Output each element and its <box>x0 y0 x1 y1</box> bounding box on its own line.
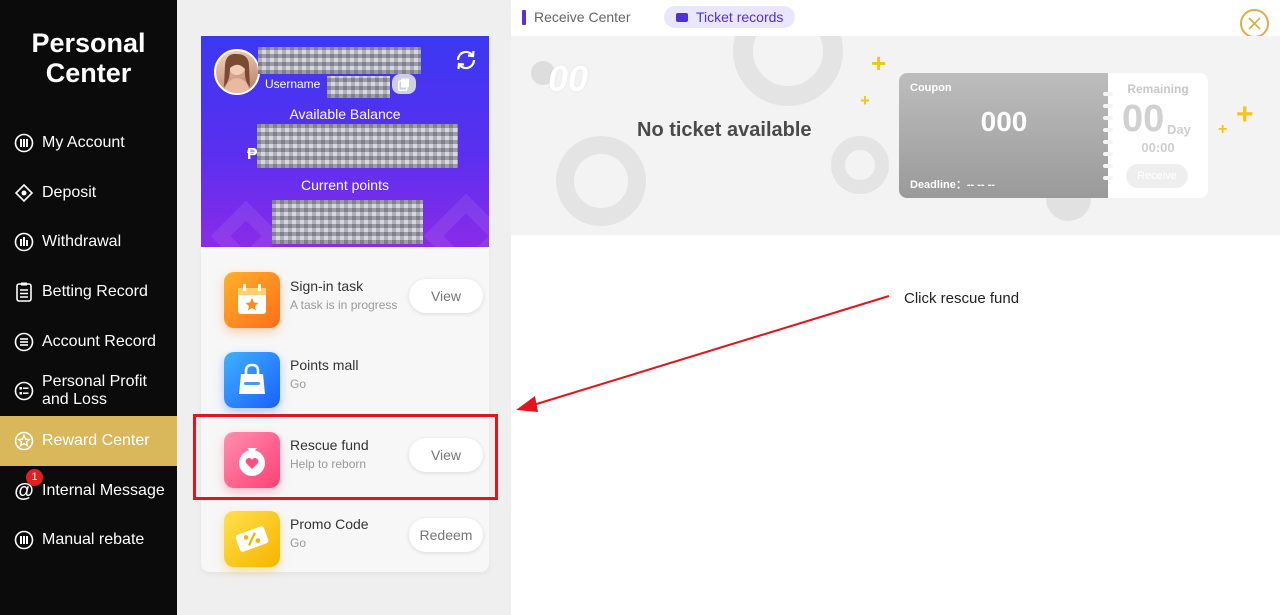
sign-in-view-button[interactable]: View <box>409 279 483 313</box>
reward-icon <box>13 430 35 452</box>
close-icon <box>1248 17 1261 30</box>
sidebar-title-line2: Center <box>45 58 132 88</box>
sidebar-item-account-record[interactable]: Account Record <box>0 317 177 367</box>
remaining-label: Remaining <box>1127 82 1189 96</box>
points-value-obscured <box>272 200 423 244</box>
copy-icon[interactable] <box>392 74 416 94</box>
sidebar-item-reward-center[interactable]: Reward Center <box>0 416 177 466</box>
username-label: Username <box>265 77 321 91</box>
sidebar-item-deposit[interactable]: Deposit <box>0 168 177 218</box>
sidebar-item-withdrawal[interactable]: Withdrawal <box>0 217 177 267</box>
balance-label: Available Balance <box>289 106 401 122</box>
receive-button[interactable]: Receive <box>1126 164 1188 188</box>
task-title-promo-code: Promo Code <box>290 516 369 532</box>
sidebar-title-line1: Personal <box>31 28 146 58</box>
annotation-text: Click rescue fund <box>904 290 1020 307</box>
username-value-obscured <box>258 47 421 74</box>
coupon-label: Coupon <box>910 82 952 94</box>
balance-value-obscured <box>257 124 458 168</box>
sidebar-item-label: Reward Center <box>42 432 150 449</box>
coupon-percent-icon <box>224 511 280 567</box>
remaining-days: 00 <box>1122 98 1165 140</box>
day-unit: Day <box>1167 122 1191 137</box>
task-title-sign-in: Sign-in task <box>290 278 364 294</box>
shopping-bag-icon <box>224 352 280 408</box>
decor-ring <box>831 136 889 194</box>
betting-record-icon <box>13 281 35 303</box>
coupon-deadline: Deadline：-- -- -- <box>910 179 995 191</box>
sidebar-item-manual-rebate[interactable]: Manual rebate <box>0 515 177 565</box>
decor-ring <box>556 136 646 226</box>
card-decoration <box>423 193 489 247</box>
unread-badge: 1 <box>26 469 43 486</box>
tab-label: Ticket records <box>696 9 784 25</box>
coupon-count-display: 00 <box>548 58 589 99</box>
card-decoration <box>210 200 282 247</box>
sparkle-icon: + <box>1236 98 1254 131</box>
sidebar-item-label: Withdrawal <box>42 233 122 250</box>
sparkle-icon: + <box>1218 121 1228 138</box>
task-subtitle-sign-in: A task is in progress <box>290 298 398 312</box>
sidebar-item-label: Account Record <box>42 333 156 350</box>
decor-ring <box>733 36 843 106</box>
sidebar: Personal Center My Account Deposit Withd… <box>0 0 177 615</box>
sidebar-item-my-account[interactable]: My Account <box>0 118 177 168</box>
remaining-time: 00:00 <box>1141 140 1175 155</box>
rebate-icon <box>13 529 35 551</box>
withdrawal-icon <box>13 231 35 253</box>
rescue-fund-highlight-box <box>193 414 498 500</box>
sidebar-title: Personal Center <box>0 28 177 88</box>
points-label: Current points <box>301 177 389 193</box>
username-id-obscured <box>327 76 390 98</box>
refresh-icon[interactable] <box>454 48 478 72</box>
profit-loss-icon <box>13 380 35 402</box>
sidebar-item-label: Betting Record <box>42 283 148 300</box>
sidebar-item-label: My Account <box>42 134 125 151</box>
account-record-icon <box>13 331 35 353</box>
tab-indicator <box>522 9 526 25</box>
tab-receive-center[interactable]: Receive Center <box>522 6 631 28</box>
ticket-icon <box>676 12 688 22</box>
empty-message: No ticket available <box>637 119 812 141</box>
avatar[interactable] <box>214 49 260 95</box>
sidebar-item-label: Deposit <box>42 184 97 201</box>
account-icon <box>13 132 35 154</box>
sparkle-icon: + <box>871 48 887 78</box>
sidebar-item-profit-loss[interactable]: Personal Profit and Loss <box>0 366 177 416</box>
coupon-notch <box>1103 176 1113 180</box>
sidebar-item-internal-message[interactable]: @ 1 Internal Message <box>0 466 177 516</box>
coupon-value: 000 <box>980 106 1028 137</box>
calendar-star-icon <box>224 272 280 328</box>
sparkle-icon: + <box>860 91 870 110</box>
deposit-icon <box>13 182 35 204</box>
sidebar-item-label: Manual rebate <box>42 531 145 548</box>
task-title-points-mall: Points mall <box>290 357 359 373</box>
task-subtitle-promo-code: Go <box>290 536 307 550</box>
promo-redeem-button[interactable]: Redeem <box>409 518 483 552</box>
sidebar-item-betting-record[interactable]: Betting Record <box>0 267 177 317</box>
sidebar-item-label: Internal Message <box>42 482 165 499</box>
coupon-notch <box>1103 164 1113 168</box>
tab-ticket-records[interactable]: Ticket records <box>664 6 796 28</box>
task-subtitle-points-mall: Go <box>290 377 307 391</box>
tab-label: Receive Center <box>534 9 631 25</box>
sidebar-item-label: Personal Profit and Loss <box>42 373 147 408</box>
close-button[interactable] <box>1240 9 1269 38</box>
